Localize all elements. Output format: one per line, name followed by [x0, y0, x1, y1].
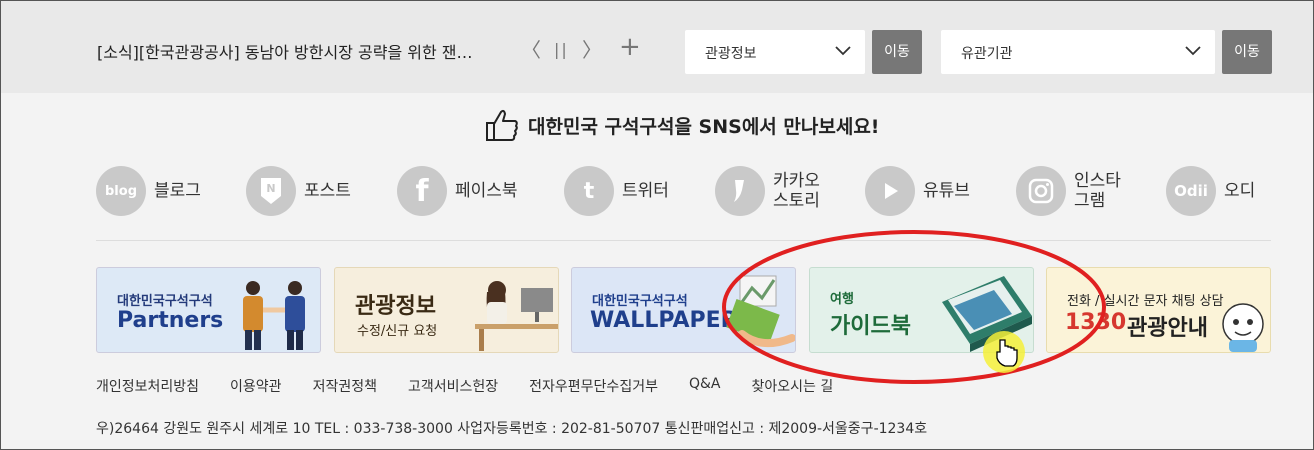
- annotation-overlay: [722, 230, 1106, 384]
- red-annotation-ellipse: [722, 230, 1106, 384]
